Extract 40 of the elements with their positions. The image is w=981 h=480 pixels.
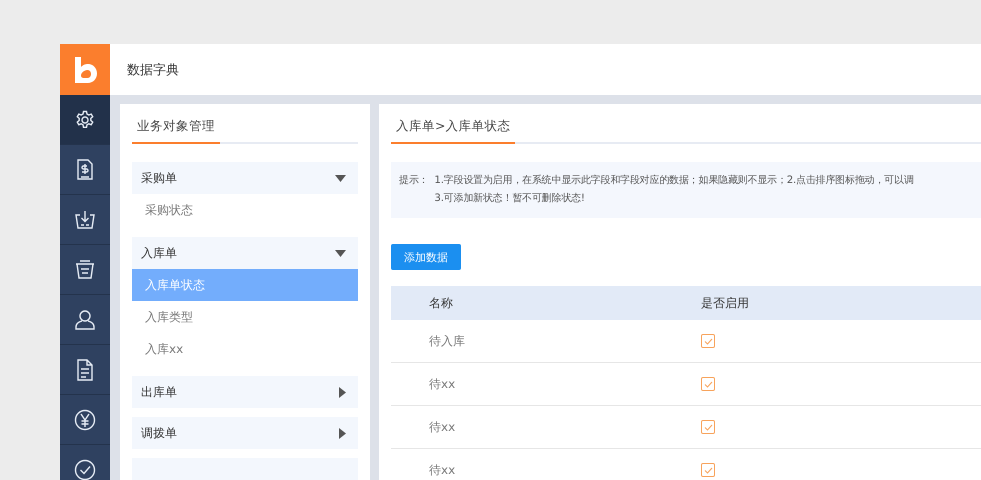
menu-item[interactable]: 入库类型 <box>132 301 358 333</box>
menu-item[interactable]: 采购状态 <box>132 194 358 226</box>
hint-text: 3.可添加新状态！暂不可删除状态! <box>434 192 586 206</box>
checkbox[interactable] <box>701 334 715 348</box>
panel-tab[interactable]: 业务对象管理 <box>132 118 220 144</box>
basket-icon <box>74 260 96 280</box>
menu-item[interactable]: 入库xx <box>132 333 358 365</box>
check-circle-icon <box>74 458 96 480</box>
table-cell-text: 待xx <box>428 376 456 392</box>
accordion-header[interactable]: 采购单 <box>132 162 358 194</box>
accordion-header[interactable]: 调拨单 <box>132 417 358 449</box>
accordion-header[interactable]: 出库单 <box>132 376 358 408</box>
document-icon <box>76 358 94 380</box>
checkbox[interactable] <box>701 463 715 477</box>
user-icon <box>74 308 96 330</box>
checkmark-icon <box>704 466 712 474</box>
group-label: 采购单 <box>141 170 177 186</box>
group-label: 入库单 <box>141 244 177 262</box>
column-header: 名称 <box>428 294 454 312</box>
group-label: 调拨单 <box>141 424 177 442</box>
checkmark-icon <box>704 424 712 430</box>
column-header: 是否启用 <box>701 294 749 312</box>
yen-circle-icon <box>74 408 96 430</box>
hint-text: 1.字段设置为启用，在系统中显示此字段和字段对应的数据；如果隐藏则不显示；2.点击排序图标拖动，可以调 <box>434 174 914 188</box>
checkmark-icon <box>704 338 712 344</box>
breadcrumb: 入库单>入库单状态 <box>391 118 516 144</box>
dollar-document-icon <box>76 158 94 180</box>
settings-icon <box>75 110 95 130</box>
nav-item[interactable] <box>60 95 110 145</box>
group-label: 出库单 <box>141 384 177 400</box>
table-cell-text: 待入库 <box>428 332 466 350</box>
table-cell-text: 待xx <box>428 462 456 478</box>
checkmark-icon <box>704 380 712 388</box>
accordion-header[interactable]: 入库单 <box>132 237 358 269</box>
checkbox[interactable] <box>701 420 715 434</box>
table-cell-text: 待xx <box>428 418 456 436</box>
hint-label: 提示： <box>399 174 428 188</box>
tray-download-icon <box>74 210 96 230</box>
page-title: 数据字典 <box>127 62 179 78</box>
checkbox[interactable] <box>701 377 715 391</box>
